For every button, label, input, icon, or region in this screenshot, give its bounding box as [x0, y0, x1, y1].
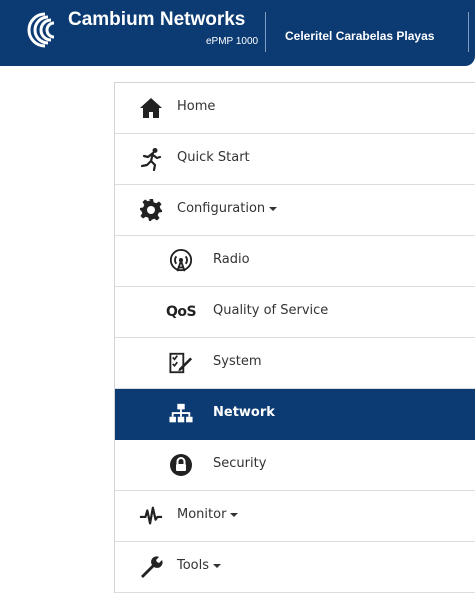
sidebar-item-monitor[interactable]: Monitor [115, 491, 475, 542]
sidebar-item-label: System [213, 354, 262, 369]
sidebar-item-label: Radio [213, 252, 250, 267]
sidebar-item-quality-of-service[interactable]: QoS Quality of Service [115, 287, 475, 338]
qos-icon: QoS [165, 304, 197, 320]
top-header-bar: Cambium Networks ePMP 1000 Celeritel Car… [0, 0, 475, 66]
sidebar-item-configuration[interactable]: Configuration [115, 185, 475, 236]
lock-icon [169, 453, 193, 477]
header-divider-right [468, 12, 469, 52]
caret-down-icon [230, 512, 239, 517]
sidebar-item-quick-start[interactable]: Quick Start [115, 134, 475, 185]
sidebar-item-network[interactable]: Network [115, 389, 475, 440]
site-name: Celeritel Carabelas Playas [285, 29, 435, 43]
running-person-icon [139, 147, 163, 171]
sidebar-item-security[interactable]: Security [115, 440, 475, 491]
header-divider [265, 12, 266, 52]
sidebar-item-system[interactable]: System [115, 338, 475, 389]
cambium-logo-icon[interactable] [18, 10, 64, 50]
network-icon [169, 402, 193, 426]
sidebar-item-label: Home [177, 99, 216, 114]
sidebar-item-label: Quick Start [177, 150, 250, 165]
sidebar-item-label: Configuration [177, 201, 278, 216]
home-icon [139, 96, 163, 120]
device-model: ePMP 1000 [206, 36, 259, 47]
sidebar-item-radio[interactable]: Radio [115, 236, 475, 287]
system-checklist-icon [169, 351, 193, 375]
sidebar-item-label: Monitor [177, 507, 239, 522]
brand-name: Cambium Networks [68, 9, 246, 30]
radio-antenna-icon [169, 249, 193, 273]
caret-down-icon [213, 563, 222, 568]
wrench-icon [139, 555, 163, 579]
pulse-icon [139, 504, 163, 528]
sidebar-item-label: Quality of Service [213, 303, 329, 318]
caret-down-icon [269, 206, 278, 211]
sidebar-menu: Home Quick Start Configuration Radio QoS… [114, 82, 475, 593]
sidebar-item-home[interactable]: Home [115, 83, 475, 134]
gear-icon [139, 198, 163, 222]
sidebar-item-label: Network [213, 405, 275, 420]
sidebar-item-tools[interactable]: Tools [115, 542, 475, 593]
sidebar-item-label: Security [213, 456, 267, 471]
sidebar-item-label: Tools [177, 558, 222, 573]
